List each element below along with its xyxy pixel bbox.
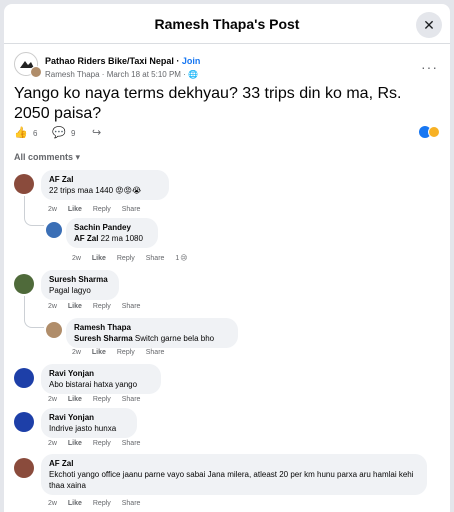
thread-line — [24, 296, 44, 328]
reaction-summary[interactable] — [419, 126, 440, 138]
close-button[interactable]: ✕ — [416, 12, 442, 38]
comment-share-button[interactable]: Share — [146, 255, 165, 262]
comment-author[interactable]: Suresh Sharma — [49, 274, 111, 285]
comment-like-button[interactable]: Like — [68, 500, 82, 507]
comment-time[interactable]: 2w — [48, 206, 57, 213]
comment-mention[interactable]: Suresh Sharma — [74, 334, 133, 343]
share-action[interactable]: ↪ — [92, 126, 101, 139]
modal-header: Ramesh Thapa's Post ✕ — [4, 4, 450, 44]
join-link[interactable]: Join — [182, 56, 201, 66]
comment-bubble: Ravi Yonjan Abo bistarai hatxa yango — [41, 364, 161, 394]
comment-share-button[interactable]: Share — [122, 206, 141, 213]
avatar[interactable] — [14, 412, 34, 432]
globe-icon: 🌐 — [188, 70, 199, 79]
comment-actions: 2w Like Reply Share — [48, 396, 149, 403]
comment-count: 9 — [70, 129, 76, 138]
comment-bubble: AF Zal 22 trips maa 1440 😡😡😭 — [41, 170, 169, 200]
thread-line — [24, 196, 44, 226]
comment-reply-button[interactable]: Reply — [93, 396, 111, 403]
comment-reply-button[interactable]: Reply — [93, 206, 111, 213]
comment-time[interactable]: 2w — [48, 396, 57, 403]
close-icon: ✕ — [423, 17, 435, 33]
comment-author[interactable]: Ravi Yonjan — [49, 368, 153, 379]
post-date[interactable]: March 18 at 5:10 PM — [107, 70, 181, 79]
modal-title: Ramesh Thapa's Post — [154, 16, 300, 32]
like-count: 6 — [32, 129, 38, 138]
comment-share-button[interactable]: Share — [122, 303, 141, 310]
avatar[interactable] — [14, 368, 34, 388]
share-icon: ↪ — [92, 127, 102, 139]
comment-bubble: AF Zal Ekchoti yango office jaanu parne … — [41, 454, 427, 495]
comment-bubble: Suresh Sharma Pagal lagyo — [41, 270, 119, 300]
comment-text: Abo bistarai hatxa yango — [49, 380, 138, 389]
comment-like-button[interactable]: Like — [92, 349, 106, 356]
all-comments-filter[interactable]: All comments ▾ — [14, 152, 80, 163]
comment-author[interactable]: Sachin Pandey — [74, 222, 150, 233]
comment-reply-button[interactable]: Reply — [117, 255, 135, 262]
comment-author[interactable]: AF Zal — [49, 174, 161, 185]
comment-mention[interactable]: AF Zal — [74, 234, 98, 243]
thumbs-up-icon: 👍 — [14, 127, 28, 139]
comment-reply-button[interactable]: Reply — [117, 349, 135, 356]
group-name[interactable]: Pathao Riders Bike/Taxi Nepal — [45, 56, 174, 66]
comment-time[interactable]: 2w — [48, 440, 57, 447]
comment-bubble: Ramesh Thapa Suresh Sharma Switch garne … — [66, 318, 238, 348]
comment-icon: 💬 — [52, 127, 66, 139]
group-name-line: Pathao Riders Bike/Taxi Nepal · Join — [45, 56, 201, 66]
post-action-row: 👍 6 💬 9 ↪ — [14, 126, 444, 142]
comment-time[interactable]: 2w — [72, 349, 81, 356]
post-text: Yango ko naya terms dekhyau? 33 trips di… — [14, 85, 402, 122]
comment-share-button[interactable]: Share — [122, 440, 141, 447]
sad-reaction-icon: 😢 — [180, 255, 188, 262]
comment-time[interactable]: 2w — [48, 303, 57, 310]
avatar[interactable] — [14, 274, 34, 294]
comment-time[interactable]: 2w — [48, 500, 57, 507]
avatar[interactable] — [14, 458, 34, 478]
comment-text: Ekchoti yango office jaanu parne vayo sa… — [49, 470, 414, 490]
avatar[interactable] — [46, 322, 62, 338]
comment-action[interactable]: 💬 9 — [52, 126, 75, 139]
comment-like-button[interactable]: Like — [92, 255, 106, 262]
comment-reply-button[interactable]: Reply — [93, 303, 111, 310]
avatar[interactable] — [14, 174, 34, 194]
comment-author[interactable]: Ramesh Thapa — [74, 322, 230, 333]
comment-share-button[interactable]: Share — [122, 396, 141, 403]
post-meta: Ramesh Thapa · March 18 at 5:10 PM · 🌐 — [45, 70, 199, 79]
post-modal: Ramesh Thapa's Post ✕ Pathao Riders Bike… — [4, 4, 450, 512]
comment-actions: 2w Like Reply Share — [48, 206, 149, 213]
avatar[interactable] — [46, 222, 62, 238]
comment-text: AF Zal 22 ma 1080 — [74, 234, 143, 243]
comment-like-button[interactable]: Like — [68, 206, 82, 213]
author-avatar[interactable] — [30, 66, 42, 78]
comment-actions: 2w Like Reply Share — [48, 500, 149, 507]
comment-text: Indrive jasto hunxa — [49, 424, 117, 433]
haha-reaction-icon — [428, 126, 440, 138]
comment-actions: 2w Like Reply Share — [48, 440, 149, 447]
comment-reply-button[interactable]: Reply — [93, 440, 111, 447]
comment-reaction-count[interactable]: 1 — [175, 255, 179, 262]
comment-like-button[interactable]: Like — [68, 440, 82, 447]
all-comments-label: All comments — [14, 152, 74, 162]
more-options-icon[interactable]: ··· — [421, 59, 438, 75]
chevron-down-icon: ▾ — [75, 152, 81, 162]
comment-text: Suresh Sharma Switch garne bela bho — [74, 334, 215, 343]
comment-bubble: Sachin Pandey AF Zal 22 ma 1080 — [66, 218, 158, 248]
comment-share-button[interactable]: Share — [122, 500, 141, 507]
post-author[interactable]: Ramesh Thapa — [45, 70, 100, 79]
comment-author[interactable]: AF Zal — [49, 458, 419, 469]
comment-bubble: Ravi Yonjan Indrive jasto hunxa — [41, 408, 137, 438]
comment-like-button[interactable]: Like — [68, 396, 82, 403]
comment-actions: 2w Like Reply Share 1😢 — [72, 254, 197, 262]
comment-reply-button[interactable]: Reply — [93, 500, 111, 507]
comment-text: Pagal lagyo — [49, 286, 91, 295]
comment-time[interactable]: 2w — [72, 255, 81, 262]
comment-actions: 2w Like Reply Share — [48, 303, 149, 310]
like-action[interactable]: 👍 6 — [14, 126, 37, 139]
comment-text: 22 trips maa 1440 😡😡😭 — [49, 186, 142, 195]
comment-actions: 2w Like Reply Share — [72, 349, 173, 356]
comment-like-button[interactable]: Like — [68, 303, 82, 310]
comment-author[interactable]: Ravi Yonjan — [49, 412, 129, 423]
comment-share-button[interactable]: Share — [146, 349, 165, 356]
